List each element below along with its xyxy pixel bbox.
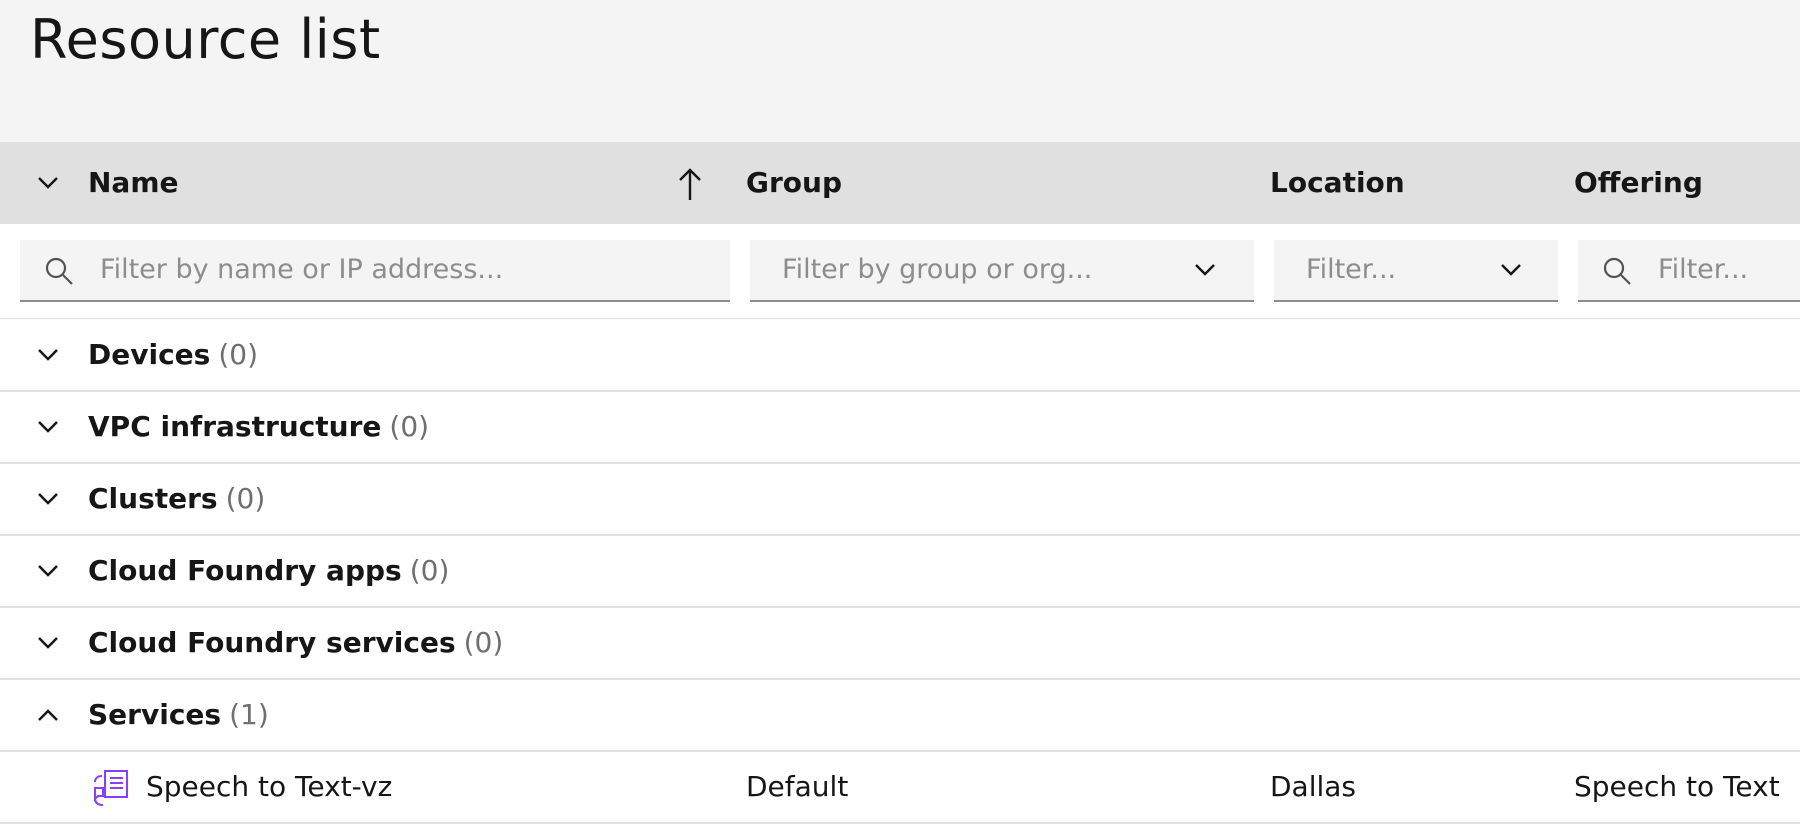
group-row-clusters[interactable]: Clusters (0): [0, 464, 1800, 536]
chevron-down-icon[interactable]: [34, 485, 62, 513]
column-header-group[interactable]: Group: [746, 142, 842, 224]
group-row-cloud-foundry-apps[interactable]: Cloud Foundry apps (0): [0, 536, 1800, 608]
resource-list-page: Resource list Name Group Location Offeri…: [0, 0, 1800, 824]
group-filter-dropdown[interactable]: Filter by group or org...: [750, 240, 1254, 302]
offering-filter-input[interactable]: Filter...: [1578, 240, 1800, 302]
resource-group: Default: [746, 770, 849, 803]
column-header-location[interactable]: Location: [1270, 142, 1405, 224]
chevron-down-icon: [1501, 264, 1521, 276]
name-filter-input[interactable]: Filter by name or IP address...: [20, 240, 730, 302]
chevron-down-icon[interactable]: [34, 413, 62, 441]
group-filter-placeholder: Filter by group or org...: [782, 254, 1093, 285]
chevron-down-icon[interactable]: [34, 557, 62, 585]
chevron-down-icon: [1195, 264, 1215, 276]
group-label: Devices (0): [88, 338, 259, 371]
table-header-row: Name Group Location Offering: [0, 142, 1800, 224]
column-header-offering[interactable]: Offering: [1574, 142, 1703, 224]
sort-ascending-arrow-icon[interactable]: [676, 166, 704, 202]
chevron-down-icon[interactable]: [34, 629, 62, 657]
group-count: (0): [389, 410, 430, 443]
location-filter-dropdown[interactable]: Filter...: [1274, 240, 1558, 302]
resource-location: Dallas: [1270, 770, 1357, 803]
group-label: VPC infrastructure (0): [88, 410, 430, 443]
chevron-up-icon[interactable]: [34, 701, 62, 729]
group-row-cloud-foundry-services[interactable]: Cloud Foundry services (0): [0, 608, 1800, 680]
offering-filter-placeholder: Filter...: [1658, 254, 1749, 285]
resource-offering: Speech to Text: [1574, 770, 1780, 803]
group-label: Cloud Foundry services (0): [88, 626, 504, 659]
name-filter-placeholder: Filter by name or IP address...: [100, 254, 504, 285]
speech-to-text-icon: [94, 770, 128, 806]
table-row[interactable]: Speech to Text-vz Default Dallas Speech …: [0, 752, 1800, 824]
location-filter-placeholder: Filter...: [1306, 254, 1397, 285]
group-count: (0): [225, 482, 266, 515]
group-count: (0): [218, 338, 259, 371]
page-title: Resource list: [30, 8, 381, 71]
collapse-all-chevron-icon[interactable]: [34, 169, 62, 197]
group-label: Clusters (0): [88, 482, 266, 515]
group-row-devices[interactable]: Devices (0): [0, 320, 1800, 392]
resource-name-link[interactable]: Speech to Text-vz: [146, 752, 392, 822]
group-label: Cloud Foundry apps (0): [88, 554, 450, 587]
column-header-name[interactable]: Name: [88, 142, 179, 224]
search-icon: [45, 257, 73, 285]
group-row-services[interactable]: Services (1): [0, 680, 1800, 752]
chevron-down-icon[interactable]: [34, 341, 62, 369]
group-count: (0): [409, 554, 450, 587]
group-row-vpc-infrastructure[interactable]: VPC infrastructure (0): [0, 392, 1800, 464]
search-icon: [1603, 257, 1631, 285]
divider: [0, 318, 1800, 319]
group-count: (0): [463, 626, 504, 659]
group-count: (1): [229, 698, 269, 731]
group-label: Services (1): [88, 698, 269, 731]
page-header: Resource list: [0, 0, 1800, 142]
